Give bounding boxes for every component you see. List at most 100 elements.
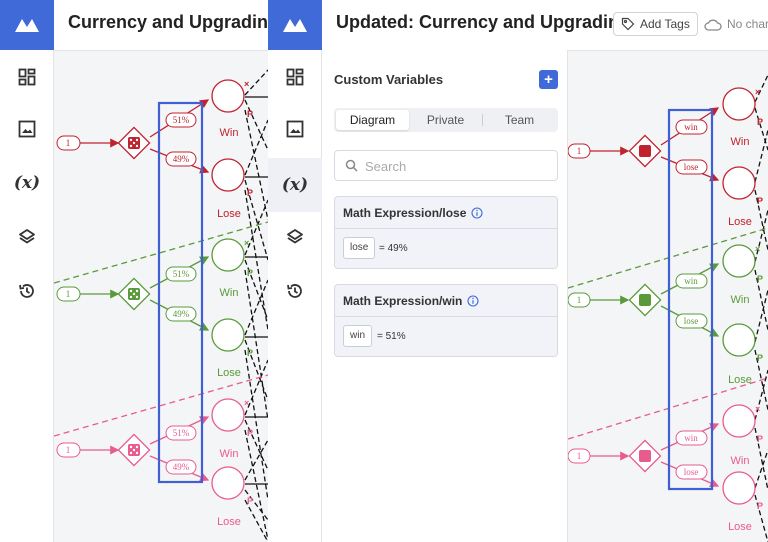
search-input[interactable] (365, 157, 550, 175)
history-icon[interactable] (0, 268, 54, 314)
diagram-canvas-updated[interactable]: 1 1 1 win lose win lose win lose Win Los… (568, 51, 768, 542)
p-mark: P (757, 434, 763, 444)
x-mark: × (244, 398, 249, 408)
prob-label: 49% (173, 462, 190, 472)
variable-card-win[interactable]: Math Expression/win win = 51% (334, 284, 558, 357)
outcome-label: Win (731, 455, 750, 467)
history-icon[interactable] (268, 268, 322, 314)
variable-chip[interactable]: win (343, 325, 373, 347)
x-mark: × (244, 79, 249, 89)
left-pane: Currency and Upgrading (x) 1 1 1 51% 49%… (0, 0, 268, 542)
tag-icon (621, 17, 635, 31)
page-title: Currency and Upgrading (68, 12, 268, 32)
prob-label: lose (684, 467, 699, 477)
layers-icon[interactable] (0, 214, 54, 260)
prob-label: 49% (173, 309, 190, 319)
outcome-label: Lose (217, 516, 241, 528)
p-mark: P (247, 268, 253, 278)
left-rail: (x) (0, 50, 54, 542)
input-label: 1 (66, 289, 71, 299)
variable-expression: = 51% (377, 331, 406, 342)
middle-pane: Updated: Currency and Upgrading Add Tags… (268, 0, 768, 542)
add-tags-button[interactable]: Add Tags (613, 12, 698, 36)
diagram-canvas[interactable]: 1 1 1 51% 49% 51% 49% 51% 49% Win Lose W… (54, 51, 268, 542)
panel-title: Custom Variables (334, 72, 444, 87)
layers-icon[interactable] (268, 214, 322, 260)
input-label: 1 (577, 451, 582, 461)
info-icon[interactable] (471, 207, 483, 219)
outcome-label: Win (220, 127, 239, 139)
p-mark: P (757, 274, 763, 284)
input-label: 1 (577, 146, 582, 156)
prob-label: 51% (173, 428, 190, 438)
prob-label: lose (684, 162, 699, 172)
p-mark: P (247, 188, 253, 198)
outcome-label: Win (220, 448, 239, 460)
red-branch (56, 79, 245, 192)
outcome-label: Lose (728, 521, 752, 533)
sync-status: No char (704, 12, 768, 36)
app-logo[interactable] (0, 0, 54, 50)
add-variable-button[interactable]: + (539, 70, 558, 89)
page-title: Updated: Currency and Upgrading (336, 12, 631, 32)
logo-icon (283, 19, 307, 32)
app-root: Currency and Upgrading (x) 1 1 1 51% 49%… (0, 0, 768, 542)
variable-icon[interactable]: (x) (0, 160, 54, 206)
prob-label: 51% (173, 269, 190, 279)
variable-title: Math Expression/lose (343, 206, 467, 220)
variable-card-lose[interactable]: Math Expression/lose lose = 49% (334, 196, 558, 269)
outcome-label: Win (731, 136, 750, 148)
logo-icon (15, 19, 39, 32)
middle-rail: (x) (268, 50, 322, 542)
p-mark: P (757, 353, 763, 363)
p-mark: P (247, 496, 253, 506)
scope-tabs: Diagram Private Team (334, 108, 558, 132)
cloud-icon (704, 19, 722, 31)
p-mark: P (247, 348, 253, 358)
dashed-links (244, 69, 268, 542)
x-mark: × (755, 404, 760, 414)
tab-diagram[interactable]: Diagram (336, 110, 409, 130)
image-icon[interactable] (0, 106, 54, 152)
input-label: 1 (66, 445, 71, 455)
outcome-label: Win (220, 287, 239, 299)
prob-label: lose (684, 316, 699, 326)
prob-label: 49% (173, 154, 190, 164)
diagram-svg: 1 1 1 51% 49% 51% 49% 51% 49% Win Lose W… (54, 69, 268, 542)
custom-variables-panel: Custom Variables + Diagram Private Team … (322, 50, 568, 542)
outcome-label: Lose (728, 216, 752, 228)
image-icon[interactable] (268, 106, 322, 152)
dashboard-icon[interactable] (268, 54, 322, 100)
search-icon (345, 159, 358, 172)
prob-label: win (684, 276, 698, 286)
input-label: 1 (577, 295, 582, 305)
app-logo[interactable] (268, 0, 322, 50)
outcome-label: Win (731, 294, 750, 306)
p-mark: P (757, 117, 763, 127)
outcome-label: Lose (217, 367, 241, 379)
dashboard-icon[interactable] (0, 54, 54, 100)
outcome-label: Lose (728, 374, 752, 386)
p-mark: P (757, 196, 763, 206)
outcome-label: Lose (217, 208, 241, 220)
tab-team[interactable]: Team (483, 110, 556, 130)
prob-label: win (684, 122, 698, 132)
search-box (334, 150, 558, 181)
prob-label: 51% (173, 115, 190, 125)
variable-expression: = 49% (379, 243, 408, 254)
variable-icon[interactable]: (x) (268, 158, 322, 212)
tab-private[interactable]: Private (409, 110, 482, 130)
p-mark: P (247, 428, 253, 438)
pink-branch (56, 398, 245, 500)
variable-chip[interactable]: lose (343, 237, 376, 259)
x-mark: × (755, 244, 760, 254)
x-mark: × (244, 238, 249, 248)
p-mark: P (247, 109, 253, 119)
info-icon[interactable] (467, 295, 479, 307)
input-label: 1 (66, 138, 71, 148)
diagram-svg: 1 1 1 win lose win lose win lose Win Los… (568, 74, 768, 542)
variable-title: Math Expression/win (343, 294, 463, 308)
prob-label: win (684, 433, 698, 443)
p-mark: P (757, 501, 763, 511)
x-mark: × (755, 87, 760, 97)
